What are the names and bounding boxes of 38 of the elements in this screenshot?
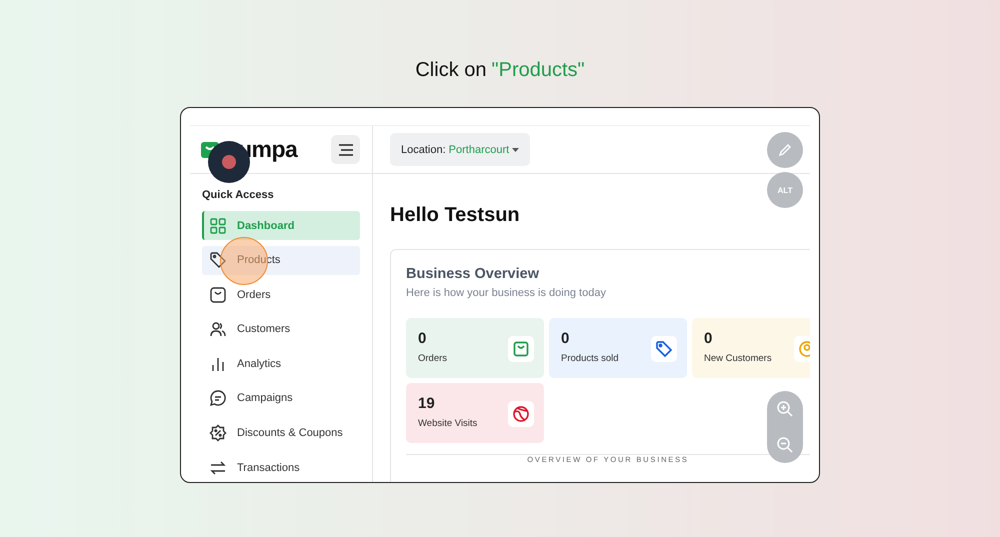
pencil-icon: [777, 142, 793, 158]
stat-value: 0: [704, 330, 714, 347]
menu-button[interactable]: [331, 135, 360, 164]
sidebar-item[interactable]: Customers: [202, 314, 360, 344]
sidebar-item[interactable]: Orders: [202, 280, 360, 310]
edit-button[interactable]: [767, 132, 803, 168]
section-heading: Quick Access: [201, 188, 275, 203]
stat-label: Orders: [418, 353, 448, 364]
stat-value: 19: [418, 395, 436, 412]
menu-icon: [338, 144, 354, 156]
stat-label: Products sold: [561, 353, 620, 364]
sidebar-item[interactable]: Transactions: [202, 453, 360, 482]
tag-icon: [651, 336, 677, 362]
instruction-target: "Products": [492, 59, 585, 81]
grid-icon: [209, 216, 227, 234]
stat-label: Website Visits: [418, 418, 478, 429]
sidebar-item[interactable]: Analytics: [202, 349, 360, 378]
location-dropdown[interactable]: Location: Portharcourt: [390, 133, 530, 166]
caret-icon: [512, 148, 520, 152]
zoom-in-icon[interactable]: [776, 400, 794, 418]
sidebar-item[interactable]: Campaigns: [202, 384, 360, 413]
globe-icon: [508, 401, 534, 427]
stat-value: 0: [418, 330, 428, 347]
discount-icon: [209, 424, 227, 442]
instruction-text: Click on: [415, 59, 486, 81]
stat-label: New Customers: [704, 353, 773, 364]
users-icon: [209, 320, 227, 338]
panel-title: Business Overview: [406, 266, 540, 282]
sidebar-item[interactable]: Discounts & Coupons: [202, 418, 360, 448]
panel-subtitle: Here is how your business is doing today: [406, 287, 607, 299]
tag-icon: [209, 251, 227, 270]
greeting-heading: Hello Testsun: [390, 204, 521, 227]
bag-icon: [508, 336, 534, 362]
chat-icon: [209, 389, 227, 408]
swap-icon: [209, 458, 227, 477]
zoom-out-icon[interactable]: [776, 436, 794, 454]
bag-icon: [209, 286, 227, 304]
stat-value: 0: [561, 330, 570, 347]
